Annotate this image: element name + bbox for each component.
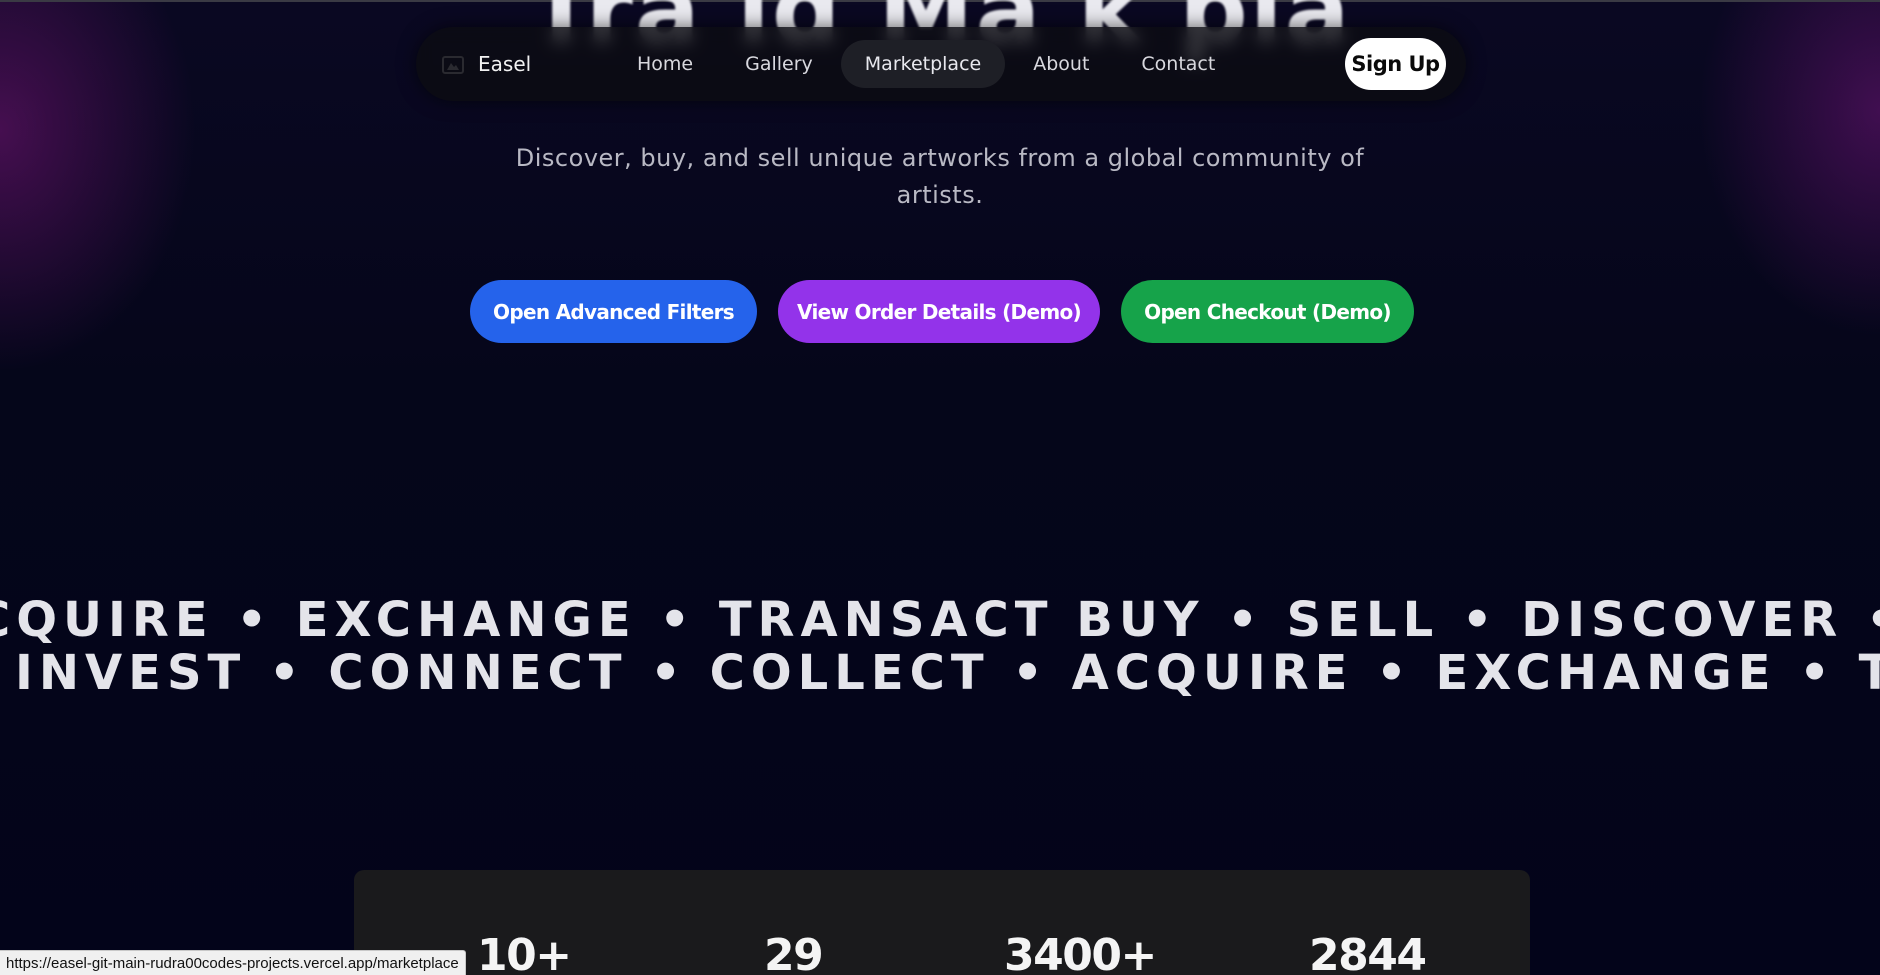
nav-links: Home Gallery Marketplace About Contact — [613, 40, 1239, 88]
marquee-text-bottom: INVEST • CONNECT • COLLECT • ACQUIRE • E… — [15, 645, 1880, 701]
nav-link-about[interactable]: About — [1009, 40, 1113, 88]
stat-value: 10+ — [477, 930, 572, 975]
open-checkout-button[interactable]: Open Checkout (Demo) — [1121, 280, 1414, 343]
nav-link-gallery[interactable]: Gallery — [721, 40, 837, 88]
gallery-frame-icon — [442, 55, 464, 74]
brand-name: Easel — [478, 52, 532, 76]
nav-link-home[interactable]: Home — [613, 40, 717, 88]
view-order-details-button[interactable]: View Order Details (Demo) — [778, 280, 1100, 343]
sign-up-button[interactable]: Sign Up — [1345, 38, 1446, 90]
open-advanced-filters-button[interactable]: Open Advanced Filters — [470, 280, 757, 343]
stat-value: 2844 — [1309, 930, 1427, 975]
top-navbar: Easel Home Gallery Marketplace About Con… — [416, 27, 1466, 101]
nav-link-marketplace[interactable]: Marketplace — [840, 40, 1006, 88]
marquee-row-top: CQUIRE • EXCHANGE • TRANSACT BUY • SELL … — [0, 592, 1880, 652]
browser-status-bar-url: https://easel-git-main-rudra00codes-proj… — [0, 950, 466, 975]
marketplace-page: Tra ld Ma k pla Easel Home Gallery Marke… — [0, 0, 1880, 975]
brand-logo[interactable]: Easel — [442, 27, 531, 101]
marquee-text-top: CQUIRE • EXCHANGE • TRANSACT BUY • SELL … — [0, 592, 1880, 648]
marquee-row-bottom: INVEST • CONNECT • COLLECT • ACQUIRE • E… — [0, 645, 1880, 705]
stat-value: 3400+ — [1004, 930, 1157, 975]
stat-value: 29 — [764, 930, 824, 975]
nav-link-contact[interactable]: Contact — [1117, 40, 1239, 88]
stats-card: 10+ 29 3400+ 2844 — [354, 870, 1530, 975]
hero-subtitle: Discover, buy, and sell unique artworks … — [515, 144, 1365, 209]
